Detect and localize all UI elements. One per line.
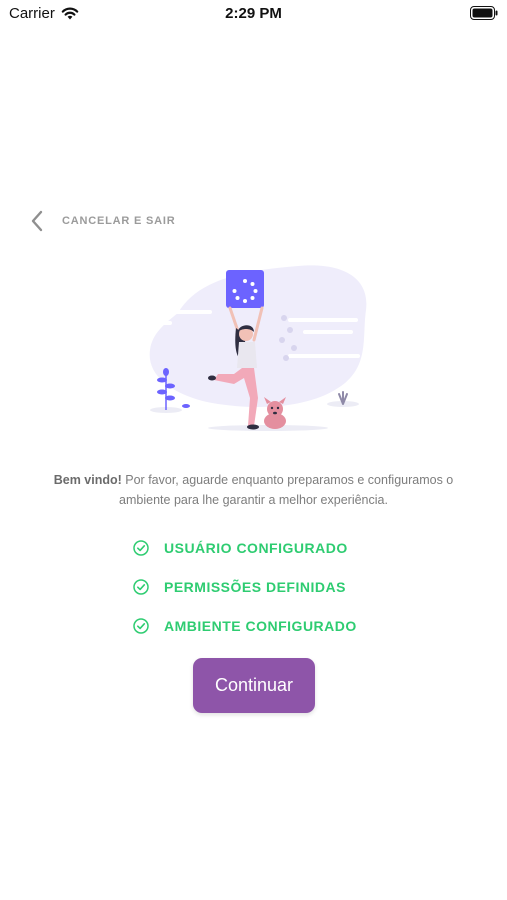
cancel-and-exit-label: CANCELAR E SAIR: [62, 215, 176, 227]
battery-icon: [470, 6, 498, 20]
check-circle-icon: [133, 578, 149, 595]
welcome-message: Bem vindo! Por favor, aguarde enquanto p…: [28, 470, 479, 510]
welcome-line-2: ambiente para lhe garantir a melhor expe…: [119, 492, 388, 507]
checklist-item-user: USUÁRIO CONFIGURADO: [133, 528, 393, 567]
status-bar: Carrier 2:29 PM: [0, 0, 507, 30]
checklist-item-environment: AMBIENTE CONFIGURADO: [133, 606, 393, 645]
welcome-line-1: Por favor, aguarde enquanto preparamos e…: [121, 472, 454, 487]
chevron-left-icon: [31, 210, 43, 232]
check-circle-icon: [133, 539, 149, 556]
checklist-item-permissions: PERMISSÕES DEFINIDAS: [133, 567, 393, 606]
setup-checklist: USUÁRIO CONFIGURADO PERMISSÕES DEFINIDAS…: [133, 528, 393, 645]
cancel-and-exit-button[interactable]: CANCELAR E SAIR: [30, 209, 175, 233]
welcome-greeting: Bem vindo!: [53, 472, 122, 487]
checklist-item-label: USUÁRIO CONFIGURADO: [164, 539, 348, 556]
checklist-item-label: AMBIENTE CONFIGURADO: [164, 617, 357, 634]
checklist-item-label: PERMISSÕES DEFINIDAS: [164, 578, 346, 595]
continue-button[interactable]: Continuar: [193, 658, 315, 713]
check-circle-icon: [133, 617, 149, 634]
clock: 2:29 PM: [225, 5, 282, 22]
welcome-illustration: [142, 265, 367, 431]
